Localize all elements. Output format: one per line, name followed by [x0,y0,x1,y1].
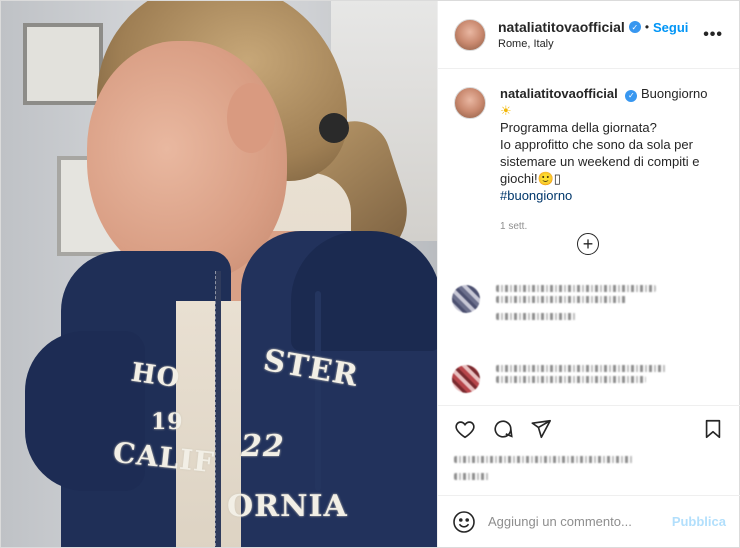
bookmark-icon[interactable] [700,416,726,442]
post-side-panel: nataliatitovaofficial ✓ • Segui Rome, It… [437,1,740,547]
blurred-line [454,456,634,463]
caption-line: Buongiorno [641,86,708,101]
add-comment-bar: Pubblica [438,495,740,547]
blurred-comment-text [496,365,706,393]
header-separator: • [644,20,650,34]
photo-face [87,41,287,281]
caption-body: nataliatitovaofficial ✓ Buongiorno ☀ Pro… [500,85,720,235]
photo-logo-text: 19 [151,409,184,435]
publish-button[interactable]: Pubblica [672,514,726,529]
caption-hashtag[interactable]: #buongiorno [500,187,720,204]
caption-username[interactable]: nataliatitovaofficial [500,86,618,101]
smiley-icon[interactable] [452,510,476,534]
blurred-line [496,285,656,292]
avatar[interactable] [452,365,480,393]
comment-input[interactable] [488,514,672,529]
blurred-likes [454,456,740,480]
photo-zipper [215,271,221,547]
action-icons-row [438,406,740,442]
blurred-comment-text [496,285,706,324]
blurred-line [496,313,576,320]
caption-line: Io approfitto che sono da sola per siste… [500,137,700,186]
photo-hood [291,231,437,351]
photo-scrunchie [319,113,349,143]
paper-plane-icon[interactable] [528,416,554,442]
blurred-line [496,365,666,372]
photo-logo-text: 22 [241,429,285,464]
caption-emoji: 🙂▯ [537,171,561,186]
list-item [452,365,706,393]
more-options-icon[interactable]: ••• [699,26,723,44]
verified-badge-icon: ✓ [625,89,638,102]
comment-bubble-icon[interactable] [490,416,516,442]
instagram-post: HO STER 19 22 CALIF ORNIA nataliatitovao… [0,0,740,548]
blurred-line [496,376,646,383]
heart-icon[interactable] [452,416,478,442]
header-user-row: nataliatitovaofficial ✓ • Segui [498,19,699,35]
header-username[interactable]: nataliatitovaofficial [498,19,625,35]
photo-ear [227,83,275,153]
avatar[interactable] [454,87,486,119]
list-item [452,285,706,324]
post-timestamp[interactable]: 1 sett. [500,218,720,235]
follow-button[interactable]: Segui [653,20,688,35]
photo-logo-text: ORNIA [227,489,348,524]
verified-badge-icon: ✓ [628,21,641,33]
plus-circle-icon[interactable]: + [577,233,599,255]
blurred-line [454,473,490,480]
photo-wall-frame [23,23,103,105]
post-photo[interactable]: HO STER 19 22 CALIF ORNIA [1,1,437,547]
sun-emoji-icon: ☀ [500,103,512,118]
post-header: nataliatitovaofficial ✓ • Segui Rome, It… [438,1,739,69]
avatar[interactable] [452,285,480,313]
blurred-line [496,296,626,303]
post-caption: nataliatitovaofficial ✓ Buongiorno ☀ Pro… [438,69,739,235]
post-location[interactable]: Rome, Italy [498,38,699,50]
photo-drawstring [315,291,321,491]
header-user-info: nataliatitovaofficial ✓ • Segui Rome, It… [498,19,699,50]
avatar[interactable] [454,18,486,51]
caption-line: Programma della giornata? [500,120,657,135]
